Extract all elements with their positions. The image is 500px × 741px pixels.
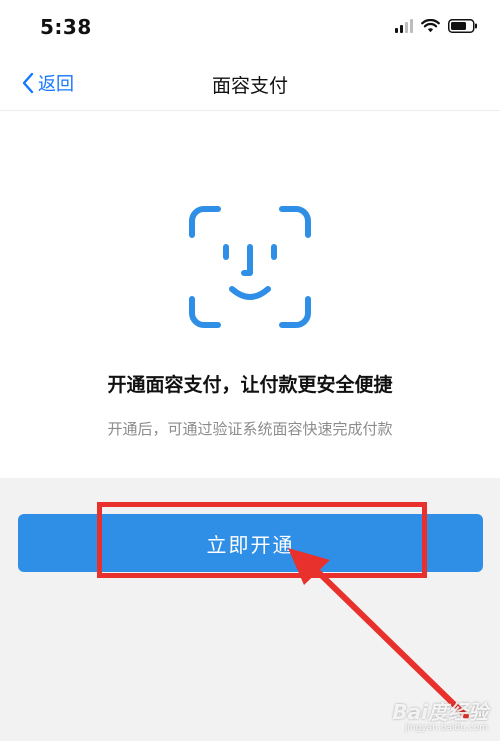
battery-icon — [448, 19, 477, 33]
watermark-url: jingyan.baidu.com — [404, 723, 488, 733]
open-now-button[interactable]: 立即开通 — [18, 514, 483, 572]
description-text: 开通后，可通过验证系统面容快速完成付款 — [107, 420, 393, 438]
nav-bar: 返回 面容支付 — [0, 58, 500, 111]
watermark-logo: Bai度经验 — [392, 700, 488, 724]
face-id-icon — [189, 206, 311, 328]
signal-icon — [395, 19, 413, 33]
status-icons — [395, 19, 478, 33]
headline: 开通面容支付，让付款更安全便捷 — [107, 374, 393, 396]
watermark: Bai度经验 jingyan.baidu.com — [392, 696, 488, 733]
wifi-icon — [421, 19, 440, 33]
status-time: 5:38 — [40, 15, 92, 39]
main-card: 开通面容支付，让付款更安全便捷 开通后，可通过验证系统面容快速完成付款 — [0, 111, 500, 478]
page-title: 面容支付 — [211, 75, 288, 97]
status-bar: 5:38 — [0, 0, 500, 58]
